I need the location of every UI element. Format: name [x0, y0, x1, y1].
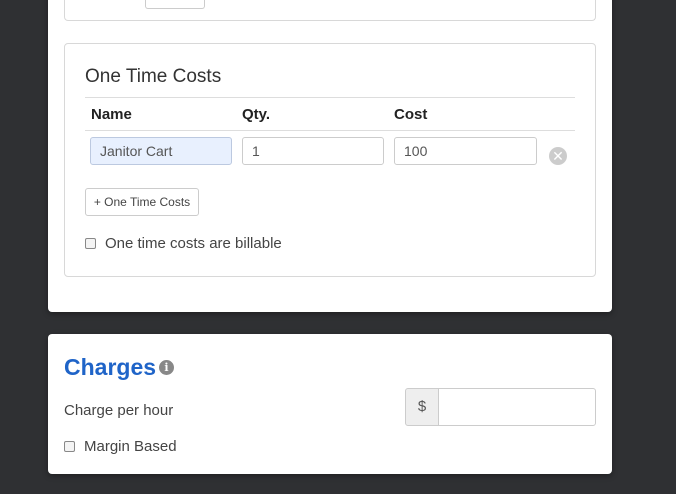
column-header-name: Name	[91, 106, 132, 123]
previous-section-panel	[64, 0, 596, 21]
one-time-costs-title: One Time Costs	[85, 66, 222, 87]
cost-amount-input[interactable]	[394, 137, 537, 165]
charges-title: Charges	[64, 354, 157, 380]
one-time-costs-panel: One Time Costs Name Qty. Cost ✕ + One Ti…	[64, 43, 596, 277]
previous-section-control	[145, 0, 205, 9]
info-icon[interactable]: i	[159, 360, 174, 375]
billable-label: One time costs are billable	[105, 235, 282, 252]
charges-card: Charges i Charge per hour $ Margin Based	[48, 334, 612, 474]
charge-per-hour-input[interactable]	[438, 388, 596, 426]
billable-checkbox-row[interactable]: One time costs are billable	[85, 235, 282, 252]
margin-based-checkbox-row[interactable]: Margin Based	[64, 438, 177, 455]
margin-based-label: Margin Based	[84, 438, 177, 455]
add-one-time-cost-button[interactable]: + One Time Costs	[85, 188, 199, 216]
title-divider	[85, 97, 575, 98]
cost-card: One Time Costs Name Qty. Cost ✕ + One Ti…	[48, 0, 612, 312]
remove-row-icon[interactable]: ✕	[549, 147, 567, 165]
billable-checkbox[interactable]	[85, 238, 96, 249]
column-header-qty: Qty.	[242, 106, 271, 123]
cost-qty-input[interactable]	[242, 137, 384, 165]
margin-based-checkbox[interactable]	[64, 441, 75, 452]
header-divider	[85, 130, 575, 131]
currency-symbol: $	[405, 388, 439, 426]
column-header-cost: Cost	[394, 106, 428, 123]
cost-name-input[interactable]	[90, 137, 232, 165]
charge-per-hour-label: Charge per hour	[64, 402, 174, 419]
